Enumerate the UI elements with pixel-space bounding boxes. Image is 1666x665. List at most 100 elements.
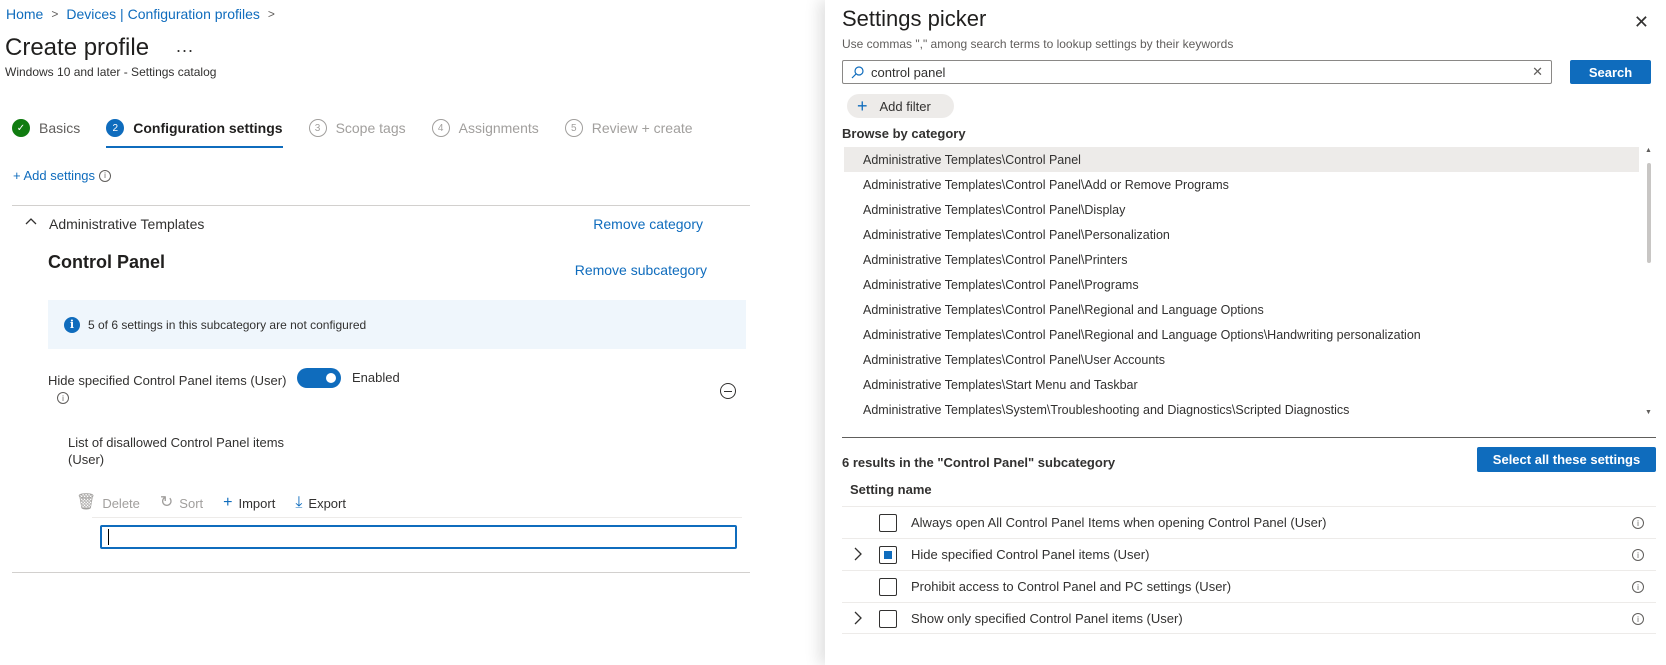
list-item-input[interactable] [100,525,737,549]
category-scrollbar[interactable]: ▲ ▼ [1645,147,1653,417]
add-filter-button[interactable]: + Add filter [847,94,954,118]
search-input[interactable]: control panel ✕ [842,60,1552,84]
settings-picker-panel: Settings picker ✕ Use commas "," among s… [825,0,1666,665]
plus-icon: + [223,494,233,511]
step-assignments[interactable]: 4 Assignments [431,116,539,140]
chevron-right-icon: > [267,7,275,21]
delete-button[interactable]: 🗑 Delete [76,495,140,511]
more-options-icon[interactable]: ... [176,36,194,57]
scroll-down-icon[interactable]: ▼ [1645,409,1652,416]
table-row[interactable]: Always open All Control Panel Items when… [842,506,1656,538]
results-table: Always open All Control Panel Items when… [842,506,1656,634]
remove-category-link[interactable]: Remove category [593,216,703,232]
remove-setting-icon[interactable] [720,383,736,399]
setting-checkbox[interactable] [879,514,897,532]
category-item[interactable]: Administrative Templates\System\Troubles… [844,397,1639,422]
divider [92,517,742,518]
step-number: 5 [564,119,583,137]
page-subtitle: Windows 10 and later - Settings catalog [5,65,217,79]
category-item[interactable]: Administrative Templates\Control Panel\D… [844,197,1639,222]
category-item[interactable]: Administrative Templates\Control Panel\A… [844,172,1639,197]
setting-checkbox[interactable] [879,546,897,564]
divider [842,437,1656,438]
info-message-text: 5 of 6 settings in this subcategory are … [88,317,367,332]
setting-checkbox[interactable] [879,578,897,596]
table-row[interactable]: Hide specified Control Panel items (User… [842,538,1656,570]
create-profile-blade: Home > Devices | Configuration profiles … [0,0,825,665]
breadcrumb-home[interactable]: Home [6,6,43,22]
info-icon[interactable]: i [1632,517,1644,529]
enabled-toggle[interactable] [297,368,341,388]
info-icon: i [64,316,80,333]
divider [12,572,750,573]
select-all-button[interactable]: Select all these settings [1477,447,1656,472]
category-title: Administrative Templates [49,216,205,232]
setting-label: Hide specified Control Panel items (User… [48,373,287,388]
text-caret [108,529,109,545]
category-list: Administrative Templates\Control Panel A… [844,147,1639,423]
setting-name: Prohibit access to Control Panel and PC … [911,579,1232,594]
export-button[interactable]: ⤓ Export [295,495,346,511]
search-help-text: Use commas "," among search terms to loo… [842,37,1234,51]
download-icon: ⤓ [295,494,303,511]
step-configuration-settings[interactable]: 2 Configuration settings [106,116,283,148]
step-label: Basics [39,120,81,136]
step-basics[interactable]: ✓ Basics [12,116,80,140]
search-value: control panel [871,64,946,80]
info-icon[interactable]: i [1632,581,1644,593]
scroll-up-icon[interactable]: ▲ [1645,147,1652,154]
search-icon [851,65,864,78]
divider [12,205,750,206]
category-item[interactable]: Administrative Templates\Control Panel\U… [844,347,1639,372]
step-label: Assignments [458,120,539,136]
page-title: Create profile [5,34,150,61]
setting-name: Hide specified Control Panel items (User… [911,547,1150,562]
delete-label: Delete [102,495,140,511]
setting-name: Always open All Control Panel Items when… [911,515,1327,530]
results-count: 6 results in the "Control Panel" subcate… [842,455,1116,470]
column-header-setting-name[interactable]: Setting name [850,482,932,497]
sort-label: Sort [179,495,204,511]
step-scope-tags[interactable]: 3 Scope tags [308,116,406,140]
search-button[interactable]: Search [1570,60,1651,84]
info-icon[interactable]: i [99,169,112,182]
step-review-create[interactable]: 5 Review + create [564,116,693,140]
chevron-right-icon[interactable] [852,546,864,562]
trash-icon: 🗑 [76,494,97,511]
import-button[interactable]: + Import [223,495,275,511]
step-label: Configuration settings [133,120,283,136]
info-icon[interactable]: i [1632,613,1644,625]
breadcrumb-configuration-profiles[interactable]: Devices | Configuration profiles [66,6,260,22]
table-row[interactable]: Show only specified Control Panel items … [842,602,1656,634]
chevron-up-icon[interactable] [24,214,38,228]
category-item[interactable]: Administrative Templates\Control Panel\R… [844,322,1639,347]
sort-icon: ↻ [159,494,174,511]
category-item[interactable]: Administrative Templates\Control Panel\P… [844,247,1639,272]
info-icon[interactable]: i [57,392,69,404]
category-item[interactable]: Administrative Templates\Control Panel\R… [844,297,1639,322]
chevron-right-icon[interactable] [852,610,864,626]
chevron-right-icon: > [51,7,59,21]
list-toolbar: 🗑 Delete ↻ Sort + Import ⤓ Export [76,495,346,511]
category-item[interactable]: Administrative Templates\Start Menu and … [844,372,1639,397]
breadcrumb: Home > Devices | Configuration profiles … [6,6,275,22]
panel-title: Settings picker [842,6,987,31]
category-item[interactable]: Administrative Templates\Control Panel\P… [844,222,1639,247]
remove-subcategory-link[interactable]: Remove subcategory [575,262,707,278]
category-item[interactable]: Administrative Templates\Control Panel\P… [844,272,1639,297]
add-settings-label[interactable]: + Add settings [13,168,95,183]
category-item[interactable]: Administrative Templates\Control Panel [844,147,1639,172]
table-row[interactable]: Prohibit access to Control Panel and PC … [842,570,1656,602]
setting-checkbox[interactable] [879,610,897,628]
step-label: Scope tags [335,120,406,136]
step-number: 4 [431,119,450,137]
info-icon[interactable]: i [1632,549,1644,561]
add-settings-link[interactable]: + Add settings i [13,168,112,183]
wizard-steps: ✓ Basics 2 Configuration settings 3 Scop… [12,116,719,148]
scrollbar-thumb[interactable] [1647,163,1651,263]
close-icon[interactable]: ✕ [1634,12,1649,33]
step-label: Review + create [591,120,693,136]
setting-name: Show only specified Control Panel items … [911,611,1183,626]
clear-icon[interactable]: ✕ [1532,64,1543,80]
sort-button[interactable]: ↻ Sort [160,495,203,511]
